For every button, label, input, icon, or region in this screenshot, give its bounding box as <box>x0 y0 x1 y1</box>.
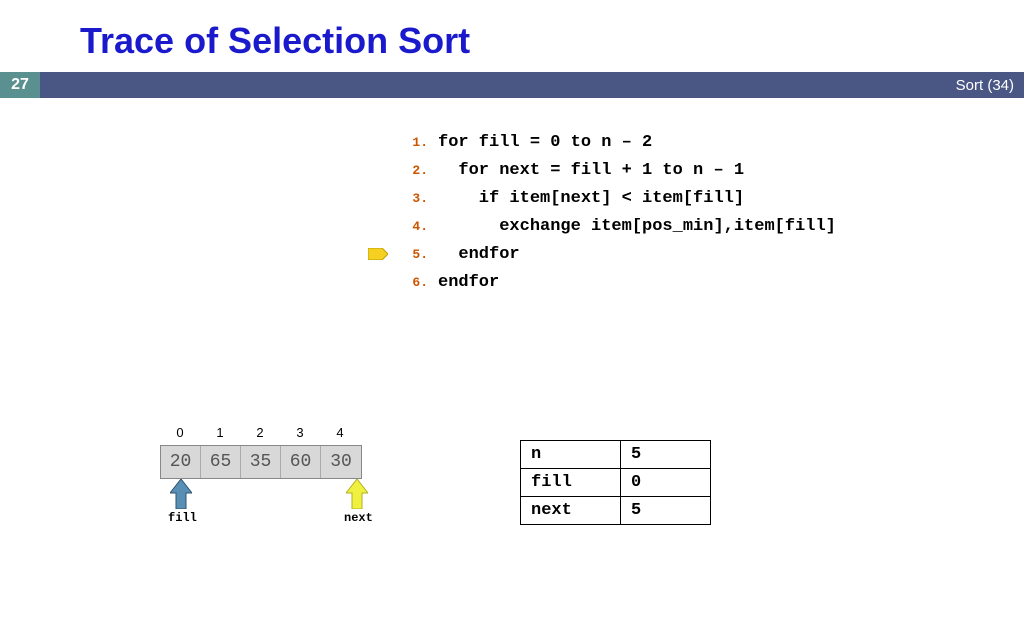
code-line-text: exchange item[pos_min],item[fill] <box>438 217 836 236</box>
next-label: next <box>344 511 373 525</box>
array-diagram: 0 1 2 3 4 20 65 35 60 30 fill next <box>160 425 362 479</box>
code-line-text: if item[next] < item[fill] <box>438 189 744 208</box>
table-cell: 0 <box>621 469 711 497</box>
array-cell: 35 <box>241 446 281 478</box>
current-line-marker-icon <box>368 248 388 260</box>
code-line-number: 2. <box>400 163 428 178</box>
array-cells: 20 65 35 60 30 <box>160 445 362 479</box>
code-line: 6. endfor <box>400 268 1024 296</box>
fill-arrow-icon <box>170 479 192 514</box>
code-line: 1. for fill = 0 to n – 2 <box>400 128 1024 156</box>
code-line: 3. if item[next] < item[fill] <box>400 184 1024 212</box>
code-line-text: for next = fill + 1 to n – 1 <box>438 161 744 180</box>
table-row: next 5 <box>521 497 711 525</box>
table-row: fill 0 <box>521 469 711 497</box>
code-line: 2. for next = fill + 1 to n – 1 <box>400 156 1024 184</box>
table-cell: next <box>521 497 621 525</box>
fill-label: fill <box>168 511 197 525</box>
next-arrow-icon <box>346 479 368 514</box>
code-line-number: 3. <box>400 191 428 206</box>
array-cell: 20 <box>161 446 201 478</box>
code-line-text: endfor <box>438 273 499 292</box>
array-index: 1 <box>200 425 240 443</box>
table-cell: 5 <box>621 441 711 469</box>
slide-number: 27 <box>0 72 40 98</box>
array-index: 3 <box>280 425 320 443</box>
code-block: 1. for fill = 0 to n – 2 2. for next = f… <box>400 128 1024 296</box>
array-index: 4 <box>320 425 360 443</box>
code-line-number: 1. <box>400 135 428 150</box>
code-line-text: endfor <box>438 245 520 264</box>
array-cell: 30 <box>321 446 361 478</box>
array-index: 0 <box>160 425 200 443</box>
code-line: 5. endfor <box>400 240 1024 268</box>
array-cell: 65 <box>201 446 241 478</box>
array-indices: 0 1 2 3 4 <box>160 425 362 443</box>
code-line-number: 5. <box>400 247 428 262</box>
page-title: Trace of Selection Sort <box>0 0 1024 72</box>
code-line-number: 4. <box>400 219 428 234</box>
array-cell: 60 <box>281 446 321 478</box>
table-cell: fill <box>521 469 621 497</box>
table-row: n 5 <box>521 441 711 469</box>
array-index: 2 <box>240 425 280 443</box>
code-line-text: for fill = 0 to n – 2 <box>438 133 652 152</box>
bar-right-label: Sort (34) <box>956 77 1014 94</box>
code-line: 4. exchange item[pos_min],item[fill] <box>400 212 1024 240</box>
table-cell: 5 <box>621 497 711 525</box>
code-line-number: 6. <box>400 275 428 290</box>
table-cell: n <box>521 441 621 469</box>
state-table: n 5 fill 0 next 5 <box>520 440 711 525</box>
header-bar: 27 Sort (34) <box>0 72 1024 98</box>
